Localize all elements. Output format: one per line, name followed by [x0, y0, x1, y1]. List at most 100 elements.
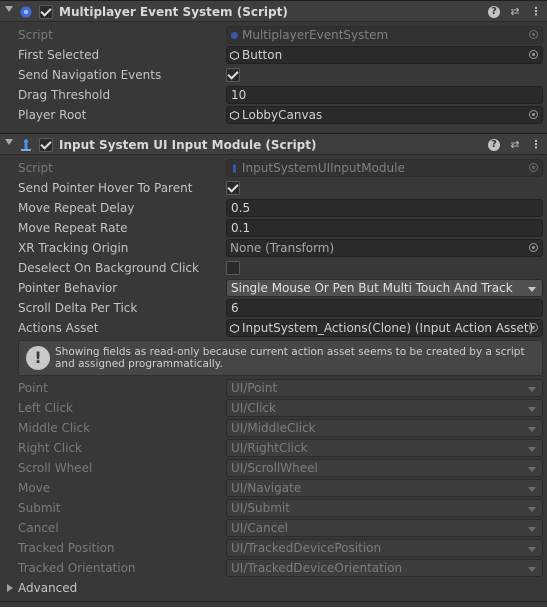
- field-label: Tracked Orientation: [18, 561, 136, 575]
- field-row-pointer-behavior: Pointer Behavior Single Mouse Or Pen But…: [0, 278, 547, 298]
- chevron-down-icon: [528, 427, 536, 432]
- field-label: Cancel: [18, 521, 59, 535]
- action-row-tracked-orientation: Tracked Orientation UI/TrackedDeviceOrie…: [0, 558, 547, 578]
- drag-threshold-input[interactable]: 10: [226, 86, 543, 104]
- script-icon: [231, 32, 238, 39]
- chevron-down-icon: [528, 507, 536, 512]
- action-reference-dropdown: UI/Submit: [226, 499, 543, 517]
- script-object-field: InputSystemUIInputModule: [226, 159, 543, 177]
- context-menu-icon[interactable]: ⋮: [529, 138, 543, 152]
- multiplayer-event-system-header[interactable]: Multiplayer Event System (Script) ? ⇄ ⋮: [0, 0, 547, 22]
- dropdown-value: UI/Point: [231, 381, 278, 395]
- component-enabled-checkbox[interactable]: [39, 138, 53, 152]
- field-row-first-selected: First Selected Button: [0, 45, 547, 65]
- field-label: Submit: [18, 501, 61, 515]
- chevron-down-icon: [528, 387, 536, 392]
- field-label: Right Click: [18, 441, 83, 455]
- pointer-behavior-dropdown[interactable]: Single Mouse Or Pen But Multi Touch And …: [226, 279, 543, 297]
- dropdown-value: UI/MiddleClick: [231, 421, 316, 435]
- component-title: Multiplayer Event System (Script): [59, 5, 288, 19]
- move-repeat-delay-input[interactable]: 0.5: [226, 199, 543, 217]
- dropdown-value: UI/TrackedDevicePosition: [231, 541, 382, 555]
- read-only-info-helpbox: ! Showing fields as read-only because cu…: [18, 340, 543, 376]
- object-picker-icon[interactable]: [529, 110, 538, 119]
- chevron-down-icon: [528, 527, 536, 532]
- object-picker-icon[interactable]: [529, 50, 538, 59]
- field-label: Move: [18, 481, 51, 495]
- action-reference-dropdown: UI/Navigate: [226, 479, 543, 497]
- field-value: Button: [242, 48, 283, 62]
- object-picker-icon: [529, 30, 538, 39]
- field-label: Pointer Behavior: [18, 281, 118, 295]
- field-row-move-repeat-rate: Move Repeat Rate 0.1: [0, 218, 547, 238]
- chevron-down-icon: [528, 447, 536, 452]
- xr-tracking-origin-object-field[interactable]: None (Transform): [226, 239, 543, 257]
- field-label: Deselect On Background Click: [18, 261, 199, 275]
- component-title: Input System UI Input Module (Script): [59, 138, 317, 152]
- foldout-arrow-icon[interactable]: [5, 139, 13, 145]
- field-label: Move Repeat Delay: [18, 201, 135, 215]
- chevron-right-icon: [7, 584, 13, 592]
- field-label: Send Pointer Hover To Parent: [18, 181, 193, 195]
- field-label: First Selected: [18, 48, 100, 62]
- field-label: Send Navigation Events: [18, 68, 162, 82]
- action-reference-dropdown: UI/TrackedDeviceOrientation: [226, 559, 543, 577]
- foldout-arrow-icon[interactable]: [5, 6, 13, 12]
- player-root-object-field[interactable]: LobbyCanvas: [226, 106, 543, 124]
- help-icon[interactable]: ?: [488, 6, 500, 18]
- gameobject-icon: [230, 111, 239, 120]
- first-selected-object-field[interactable]: Button: [226, 46, 543, 64]
- info-icon: !: [26, 346, 50, 370]
- field-row-move-repeat-delay: Move Repeat Delay 0.5: [0, 198, 547, 218]
- field-row-scroll-delta-per-tick: Scroll Delta Per Tick 6: [0, 298, 547, 318]
- field-value: InputSystemUIInputModule: [242, 161, 405, 175]
- deselect-on-background-click-checkbox[interactable]: [226, 261, 240, 275]
- advanced-foldout[interactable]: Advanced: [0, 578, 547, 598]
- action-row-tracked-position: Tracked Position UI/TrackedDevicePositio…: [0, 538, 547, 558]
- field-value: InputSystem_Actions(Clone) (Input Action…: [242, 321, 534, 335]
- action-row-cancel: Cancel UI/Cancel: [0, 518, 547, 538]
- action-reference-dropdown: UI/ScrollWheel: [226, 459, 543, 477]
- field-label: Move Repeat Rate: [18, 221, 128, 235]
- field-row-send-navigation-events: Send Navigation Events: [0, 65, 547, 85]
- field-label: Tracked Position: [18, 541, 115, 555]
- field-label: Script: [18, 161, 53, 175]
- action-reference-dropdown: UI/RightClick: [226, 439, 543, 457]
- field-label: Actions Asset: [18, 321, 99, 335]
- send-pointer-hover-checkbox[interactable]: [226, 181, 240, 195]
- field-label: Player Root: [18, 108, 87, 122]
- action-reference-dropdown: UI/Point: [226, 379, 543, 397]
- presets-icon[interactable]: ⇄: [508, 138, 522, 152]
- input-module-icon: [21, 139, 31, 151]
- field-label: Drag Threshold: [18, 88, 111, 102]
- component-enabled-checkbox[interactable]: [39, 5, 53, 19]
- context-menu-icon[interactable]: ⋮: [529, 5, 543, 19]
- field-value: MultiplayerEventSystem: [242, 28, 389, 42]
- scroll-delta-per-tick-input[interactable]: 6: [226, 299, 543, 317]
- send-navigation-events-checkbox[interactable]: [226, 68, 240, 82]
- gameobject-icon: [230, 51, 239, 60]
- help-icon[interactable]: ?: [488, 139, 500, 151]
- dropdown-value: UI/Click: [231, 401, 276, 415]
- chevron-down-icon: [528, 287, 536, 292]
- advanced-label: Advanced: [18, 581, 78, 595]
- helpbox-message: Showing fields as read-only because curr…: [55, 346, 525, 370]
- actions-asset-object-field[interactable]: InputSystem_Actions(Clone) (Input Action…: [226, 319, 543, 337]
- field-label: XR Tracking Origin: [18, 241, 129, 255]
- action-reference-dropdown: UI/TrackedDevicePosition: [226, 539, 543, 557]
- input-actions-asset-icon: [230, 324, 239, 333]
- dropdown-value: Single Mouse Or Pen But Multi Touch And …: [231, 281, 513, 295]
- object-picker-icon[interactable]: [529, 323, 538, 332]
- dropdown-value: UI/ScrollWheel: [231, 461, 318, 475]
- action-row-scroll-wheel: Scroll Wheel UI/ScrollWheel: [0, 458, 547, 478]
- input-module-header[interactable]: Input System UI Input Module (Script) ? …: [0, 133, 547, 155]
- action-row-move: Move UI/Navigate: [0, 478, 547, 498]
- object-picker-icon[interactable]: [529, 243, 538, 252]
- field-row-drag-threshold: Drag Threshold 10: [0, 85, 547, 105]
- presets-icon[interactable]: ⇄: [508, 5, 522, 19]
- action-reference-dropdown: UI/Click: [226, 399, 543, 417]
- move-repeat-rate-input[interactable]: 0.1: [226, 219, 543, 237]
- action-row-point: Point UI/Point: [0, 378, 547, 398]
- chevron-down-icon: [528, 547, 536, 552]
- field-value: None (Transform): [230, 241, 335, 255]
